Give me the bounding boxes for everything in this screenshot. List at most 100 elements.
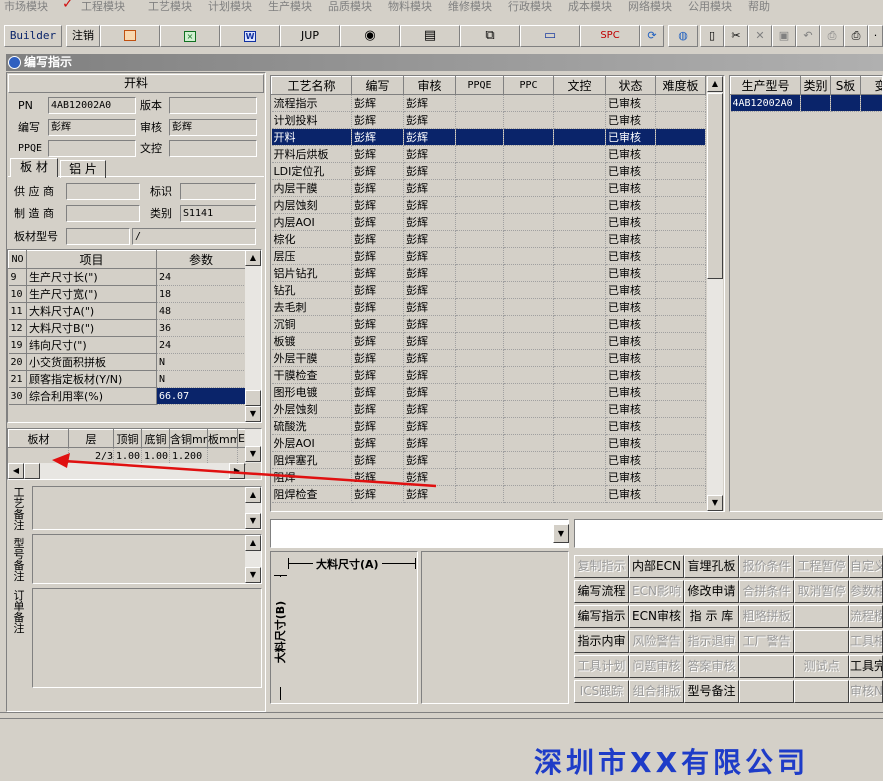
process-row[interactable]: 开料彭辉彭辉已审核 [272, 129, 706, 146]
process-header[interactable]: 工艺名称 [272, 77, 352, 95]
action-button[interactable]: 型号备注 [684, 680, 739, 703]
process-header[interactable]: PPQE [456, 77, 504, 95]
jup-button[interactable]: JUP [280, 25, 340, 47]
cut-icon[interactable]: ✂ [724, 25, 748, 47]
menu-item-6[interactable]: 物料模块 [388, 0, 432, 14]
version-field[interactable] [169, 97, 257, 114]
param-row[interactable]: 10生产尺寸宽(")18 [9, 286, 246, 303]
model-note-field[interactable]: ▲▼ [32, 534, 262, 584]
process-header[interactable]: 状态 [606, 77, 656, 95]
action-button[interactable]: ECN影响 [629, 580, 684, 603]
action-button[interactable]: 参数相 [849, 580, 883, 603]
menu-item-11[interactable]: 公用模块 [688, 0, 732, 14]
database-icon[interactable]: ▤ [400, 25, 460, 47]
param-header-no[interactable]: NO [9, 251, 27, 269]
spc-button[interactable]: SPC [580, 25, 640, 47]
writer-field[interactable]: 彭辉 [48, 119, 136, 136]
process-header[interactable]: 审核 [404, 77, 456, 95]
process-row[interactable]: 去毛刺彭辉彭辉已审核 [272, 299, 706, 316]
action-button[interactable]: 组合排版 [629, 680, 684, 703]
menu-item-12[interactable]: 帮助 [748, 0, 770, 14]
action-button[interactable] [794, 630, 849, 653]
model-field-2[interactable]: / [132, 228, 256, 245]
model-field[interactable] [66, 228, 130, 245]
hscroll-thumb[interactable] [24, 463, 40, 479]
new-file-icon[interactable]: ▯ [700, 25, 724, 47]
action-button[interactable]: 取消暂停 [794, 580, 849, 603]
menu-item-7[interactable]: 维修模块 [448, 0, 492, 14]
action-button[interactable]: 合拼条件 [739, 580, 794, 603]
process-row[interactable]: 层压彭辉彭辉已审核 [272, 248, 706, 265]
globe-icon[interactable]: ◍ [668, 25, 698, 47]
process-row[interactable]: 铝片钻孔彭辉彭辉已审核 [272, 265, 706, 282]
param-row[interactable]: 20小交货面积拼板N [9, 354, 246, 371]
action-button[interactable]: ICS跟踪 [574, 680, 629, 703]
param-header-item[interactable]: 项目 [27, 251, 157, 269]
layer-header[interactable]: 层 [69, 430, 114, 448]
param-header-value[interactable]: 参数 [157, 251, 246, 269]
layer-header[interactable]: 底铜 [142, 430, 170, 448]
action-button[interactable] [739, 680, 794, 703]
layer-header[interactable]: 含铜mm [170, 430, 208, 448]
param-row[interactable]: 30综合利用率(%)66.07 [9, 388, 246, 405]
menu-item-2[interactable]: 工艺模块 [148, 0, 192, 14]
menu-item-8[interactable]: 行政模块 [508, 0, 552, 14]
menu-item-5[interactable]: 品质模块 [328, 0, 372, 14]
tab-board[interactable]: 板 材 [10, 158, 58, 177]
menu-item-4[interactable]: 生产模块 [268, 0, 312, 14]
scroll-down-icon[interactable]: ▼ [245, 406, 261, 422]
process-row[interactable]: 内层蚀刻彭辉彭辉已审核 [272, 197, 706, 214]
process-header[interactable]: 编写 [352, 77, 404, 95]
scroll-up-icon[interactable]: ▲ [245, 250, 261, 266]
action-button[interactable]: 指示内审 [574, 630, 629, 653]
action-button[interactable]: 工具相 [849, 630, 883, 653]
action-button[interactable]: 自定义 [849, 555, 883, 578]
process-row[interactable]: 硫酸洗彭辉彭辉已审核 [272, 418, 706, 435]
model-header[interactable]: 变 [861, 77, 883, 95]
maker-field[interactable] [66, 205, 140, 222]
save-icon[interactable]: ▣ [772, 25, 796, 47]
process-combo[interactable]: ▼ [270, 519, 569, 548]
eye-icon[interactable]: ◉ [340, 25, 400, 47]
process-row[interactable]: 流程指示彭辉彭辉已审核 [272, 95, 706, 112]
review-field[interactable]: 彭辉 [169, 119, 257, 136]
menu-item-1[interactable]: 工程模块 [81, 0, 125, 14]
process-scroll-thumb[interactable] [707, 93, 723, 279]
mark-field[interactable] [180, 183, 256, 200]
action-button[interactable]: 审核N [849, 680, 883, 703]
process-row[interactable]: 外层干膜彭辉彭辉已审核 [272, 350, 706, 367]
action-button[interactable]: 指示退审 [684, 630, 739, 653]
ppqe-field[interactable] [48, 140, 136, 157]
process-header[interactable]: 文控 [554, 77, 606, 95]
action-button[interactable]: 工具计划 [574, 655, 629, 678]
process-row[interactable]: 钻孔彭辉彭辉已审核 [272, 282, 706, 299]
param-scrollbar[interactable]: ▲ ▼ [245, 250, 261, 422]
scroll-left-icon[interactable]: ◀ [8, 463, 24, 479]
action-button[interactable]: 工具完 [849, 655, 883, 678]
param-row[interactable]: 11大料尺寸A(")48 [9, 303, 246, 320]
process-row[interactable]: LDI定位孔彭辉彭辉已审核 [272, 163, 706, 180]
param-row[interactable]: 12大料尺寸B(")36 [9, 320, 246, 337]
layer-header[interactable]: 顶铜 [114, 430, 142, 448]
menu-item-10[interactable]: 网络模块 [628, 0, 672, 14]
process-row[interactable]: 计划投料彭辉彭辉已审核 [272, 112, 706, 129]
word-icon[interactable]: W [220, 25, 280, 47]
delete-icon[interactable]: ✕ [748, 25, 772, 47]
type-field[interactable]: S1141 [180, 205, 256, 222]
layer-header[interactable]: 板mm [208, 430, 238, 448]
process-row[interactable]: 内层AOI彭辉彭辉已审核 [272, 214, 706, 231]
action-button[interactable]: ECN审核 [629, 605, 684, 628]
action-button[interactable]: 粗略拼板 [739, 605, 794, 628]
process-scrollbar[interactable]: ▲ ▼ [707, 76, 723, 511]
scroll-thumb[interactable] [245, 390, 261, 406]
action-button[interactable]: 工厂警告 [739, 630, 794, 653]
order-note-field[interactable] [32, 588, 262, 688]
param-row[interactable]: 21顾客指定板材(Y/N)N [9, 371, 246, 388]
model-header[interactable]: 生产型号 [731, 77, 801, 95]
action-button[interactable]: 编写流程 [574, 580, 629, 603]
monitor-icon[interactable]: ▭ [520, 25, 580, 47]
process-row[interactable]: 开料后烘板彭辉彭辉已审核 [272, 146, 706, 163]
preview-icon[interactable]: ⎙ [820, 25, 844, 47]
action-button[interactable]: 风险警告 [629, 630, 684, 653]
powerpoint-icon[interactable] [100, 25, 160, 47]
